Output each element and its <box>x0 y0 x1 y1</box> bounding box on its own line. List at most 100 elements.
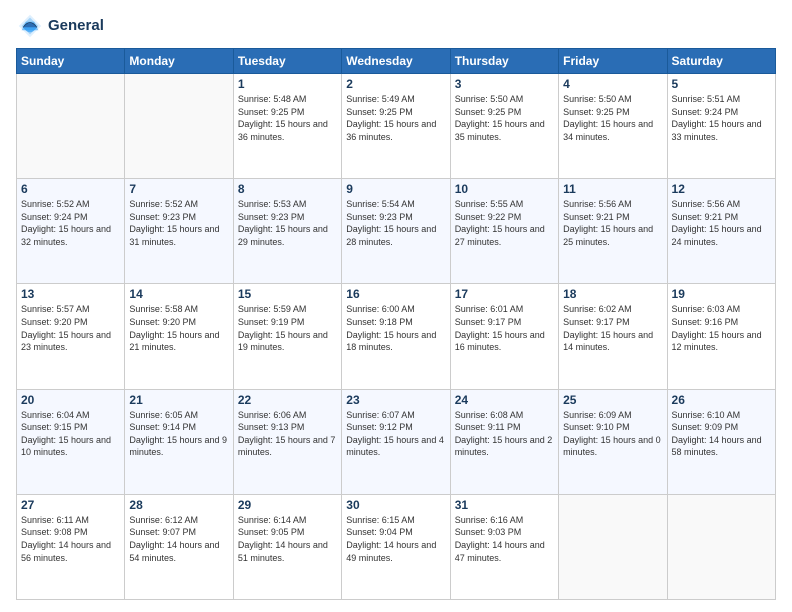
calendar-table: SundayMondayTuesdayWednesdayThursdayFrid… <box>16 48 776 600</box>
calendar-cell: 15 Sunrise: 5:59 AM Sunset: 9:19 PM Dayli… <box>233 284 341 389</box>
calendar-cell: 11 Sunrise: 5:56 AM Sunset: 9:21 PM Dayli… <box>559 179 667 284</box>
day-info: Sunrise: 5:55 AM Sunset: 9:22 PM Dayligh… <box>455 198 554 248</box>
day-number: 28 <box>129 498 228 512</box>
calendar-cell: 22 Sunrise: 6:06 AM Sunset: 9:13 PM Dayli… <box>233 389 341 494</box>
day-number: 6 <box>21 182 120 196</box>
day-info: Sunrise: 6:10 AM Sunset: 9:09 PM Dayligh… <box>672 409 771 459</box>
day-number: 13 <box>21 287 120 301</box>
calendar-cell: 23 Sunrise: 6:07 AM Sunset: 9:12 PM Dayli… <box>342 389 450 494</box>
day-number: 3 <box>455 77 554 91</box>
logo: General <box>16 12 104 40</box>
day-number: 1 <box>238 77 337 91</box>
day-number: 29 <box>238 498 337 512</box>
day-number: 15 <box>238 287 337 301</box>
day-info: Sunrise: 5:51 AM Sunset: 9:24 PM Dayligh… <box>672 93 771 143</box>
calendar-cell: 8Sunrise: 5:53 AM Sunset: 9:23 PM Daylig… <box>233 179 341 284</box>
day-info: Sunrise: 5:59 AM Sunset: 9:19 PM Dayligh… <box>238 303 337 353</box>
day-info: Sunrise: 6:05 AM Sunset: 9:14 PM Dayligh… <box>129 409 228 459</box>
day-number: 22 <box>238 393 337 407</box>
calendar-cell: 24 Sunrise: 6:08 AM Sunset: 9:11 PM Dayli… <box>450 389 558 494</box>
calendar-cell: 2Sunrise: 5:49 AM Sunset: 9:25 PM Daylig… <box>342 74 450 179</box>
day-number: 11 <box>563 182 662 196</box>
calendar-cell: 28Sunrise: 6:12 AM Sunset: 9:07 PM Dayli… <box>125 494 233 599</box>
calendar-cell <box>559 494 667 599</box>
page: General SundayMondayTuesdayWednesdayThur… <box>0 0 792 612</box>
day-info: Sunrise: 6:11 AM Sunset: 9:08 PM Dayligh… <box>21 514 120 564</box>
day-number: 5 <box>672 77 771 91</box>
day-info: Sunrise: 6:15 AM Sunset: 9:04 PM Dayligh… <box>346 514 445 564</box>
day-number: 17 <box>455 287 554 301</box>
day-info: Sunrise: 5:52 AM Sunset: 9:23 PM Dayligh… <box>129 198 228 248</box>
calendar-cell <box>125 74 233 179</box>
calendar-cell: 14Sunrise: 5:58 AM Sunset: 9:20 PM Dayli… <box>125 284 233 389</box>
calendar-cell: 21 Sunrise: 6:05 AM Sunset: 9:14 PM Dayli… <box>125 389 233 494</box>
calendar-cell: 13 Sunrise: 5:57 AM Sunset: 9:20 PM Dayli… <box>17 284 125 389</box>
weekday-header-sunday: Sunday <box>17 49 125 74</box>
calendar-cell: 10 Sunrise: 5:55 AM Sunset: 9:22 PM Dayli… <box>450 179 558 284</box>
week-row-5: 27 Sunrise: 6:11 AM Sunset: 9:08 PM Dayli… <box>17 494 776 599</box>
day-number: 9 <box>346 182 445 196</box>
day-number: 20 <box>21 393 120 407</box>
calendar-cell: 1 Sunrise: 5:48 AM Sunset: 9:25 PM Daylig… <box>233 74 341 179</box>
weekday-header-saturday: Saturday <box>667 49 775 74</box>
logo-name: General <box>48 17 104 35</box>
calendar-cell: 12Sunrise: 5:56 AM Sunset: 9:21 PM Dayli… <box>667 179 775 284</box>
day-number: 30 <box>346 498 445 512</box>
calendar-cell: 16Sunrise: 6:00 AM Sunset: 9:18 PM Dayli… <box>342 284 450 389</box>
day-info: Sunrise: 6:02 AM Sunset: 9:17 PM Dayligh… <box>563 303 662 353</box>
calendar-cell: 20 Sunrise: 6:04 AM Sunset: 9:15 PM Dayli… <box>17 389 125 494</box>
calendar-cell: 29 Sunrise: 6:14 AM Sunset: 9:05 PM Dayli… <box>233 494 341 599</box>
day-info: Sunrise: 5:48 AM Sunset: 9:25 PM Dayligh… <box>238 93 337 143</box>
day-info: Sunrise: 5:50 AM Sunset: 9:25 PM Dayligh… <box>563 93 662 143</box>
day-info: Sunrise: 6:00 AM Sunset: 9:18 PM Dayligh… <box>346 303 445 353</box>
day-info: Sunrise: 5:57 AM Sunset: 9:20 PM Dayligh… <box>21 303 120 353</box>
calendar-cell: 18 Sunrise: 6:02 AM Sunset: 9:17 PM Dayli… <box>559 284 667 389</box>
day-info: Sunrise: 5:49 AM Sunset: 9:25 PM Dayligh… <box>346 93 445 143</box>
day-info: Sunrise: 6:06 AM Sunset: 9:13 PM Dayligh… <box>238 409 337 459</box>
week-row-4: 20 Sunrise: 6:04 AM Sunset: 9:15 PM Dayli… <box>17 389 776 494</box>
calendar-cell: 30 Sunrise: 6:15 AM Sunset: 9:04 PM Dayli… <box>342 494 450 599</box>
logo-text-block: General <box>48 17 104 35</box>
calendar-cell: 4 Sunrise: 5:50 AM Sunset: 9:25 PM Daylig… <box>559 74 667 179</box>
day-number: 7 <box>129 182 228 196</box>
day-info: Sunrise: 5:50 AM Sunset: 9:25 PM Dayligh… <box>455 93 554 143</box>
day-number: 10 <box>455 182 554 196</box>
logo-icon <box>16 12 44 40</box>
day-number: 19 <box>672 287 771 301</box>
day-number: 4 <box>563 77 662 91</box>
day-info: Sunrise: 5:56 AM Sunset: 9:21 PM Dayligh… <box>563 198 662 248</box>
day-info: Sunrise: 5:53 AM Sunset: 9:23 PM Dayligh… <box>238 198 337 248</box>
calendar-cell: 17Sunrise: 6:01 AM Sunset: 9:17 PM Dayli… <box>450 284 558 389</box>
day-info: Sunrise: 6:09 AM Sunset: 9:10 PM Dayligh… <box>563 409 662 459</box>
week-row-1: 1 Sunrise: 5:48 AM Sunset: 9:25 PM Daylig… <box>17 74 776 179</box>
week-row-2: 6 Sunrise: 5:52 AM Sunset: 9:24 PM Daylig… <box>17 179 776 284</box>
day-number: 14 <box>129 287 228 301</box>
calendar-cell <box>667 494 775 599</box>
day-number: 21 <box>129 393 228 407</box>
day-number: 24 <box>455 393 554 407</box>
calendar-cell: 5 Sunrise: 5:51 AM Sunset: 9:24 PM Daylig… <box>667 74 775 179</box>
header: General <box>16 12 776 40</box>
day-info: Sunrise: 6:03 AM Sunset: 9:16 PM Dayligh… <box>672 303 771 353</box>
day-info: Sunrise: 6:08 AM Sunset: 9:11 PM Dayligh… <box>455 409 554 459</box>
weekday-header-monday: Monday <box>125 49 233 74</box>
day-info: Sunrise: 6:04 AM Sunset: 9:15 PM Dayligh… <box>21 409 120 459</box>
day-info: Sunrise: 5:54 AM Sunset: 9:23 PM Dayligh… <box>346 198 445 248</box>
day-info: Sunrise: 5:52 AM Sunset: 9:24 PM Dayligh… <box>21 198 120 248</box>
day-number: 26 <box>672 393 771 407</box>
week-row-3: 13 Sunrise: 5:57 AM Sunset: 9:20 PM Dayli… <box>17 284 776 389</box>
day-number: 18 <box>563 287 662 301</box>
calendar-cell <box>17 74 125 179</box>
day-number: 31 <box>455 498 554 512</box>
weekday-header-friday: Friday <box>559 49 667 74</box>
day-number: 23 <box>346 393 445 407</box>
day-number: 27 <box>21 498 120 512</box>
weekday-header-row: SundayMondayTuesdayWednesdayThursdayFrid… <box>17 49 776 74</box>
calendar-cell: 3 Sunrise: 5:50 AM Sunset: 9:25 PM Daylig… <box>450 74 558 179</box>
day-info: Sunrise: 6:14 AM Sunset: 9:05 PM Dayligh… <box>238 514 337 564</box>
day-number: 12 <box>672 182 771 196</box>
calendar-cell: 31Sunrise: 6:16 AM Sunset: 9:03 PM Dayli… <box>450 494 558 599</box>
calendar-cell: 9 Sunrise: 5:54 AM Sunset: 9:23 PM Daylig… <box>342 179 450 284</box>
day-info: Sunrise: 6:07 AM Sunset: 9:12 PM Dayligh… <box>346 409 445 459</box>
calendar-cell: 26 Sunrise: 6:10 AM Sunset: 9:09 PM Dayli… <box>667 389 775 494</box>
